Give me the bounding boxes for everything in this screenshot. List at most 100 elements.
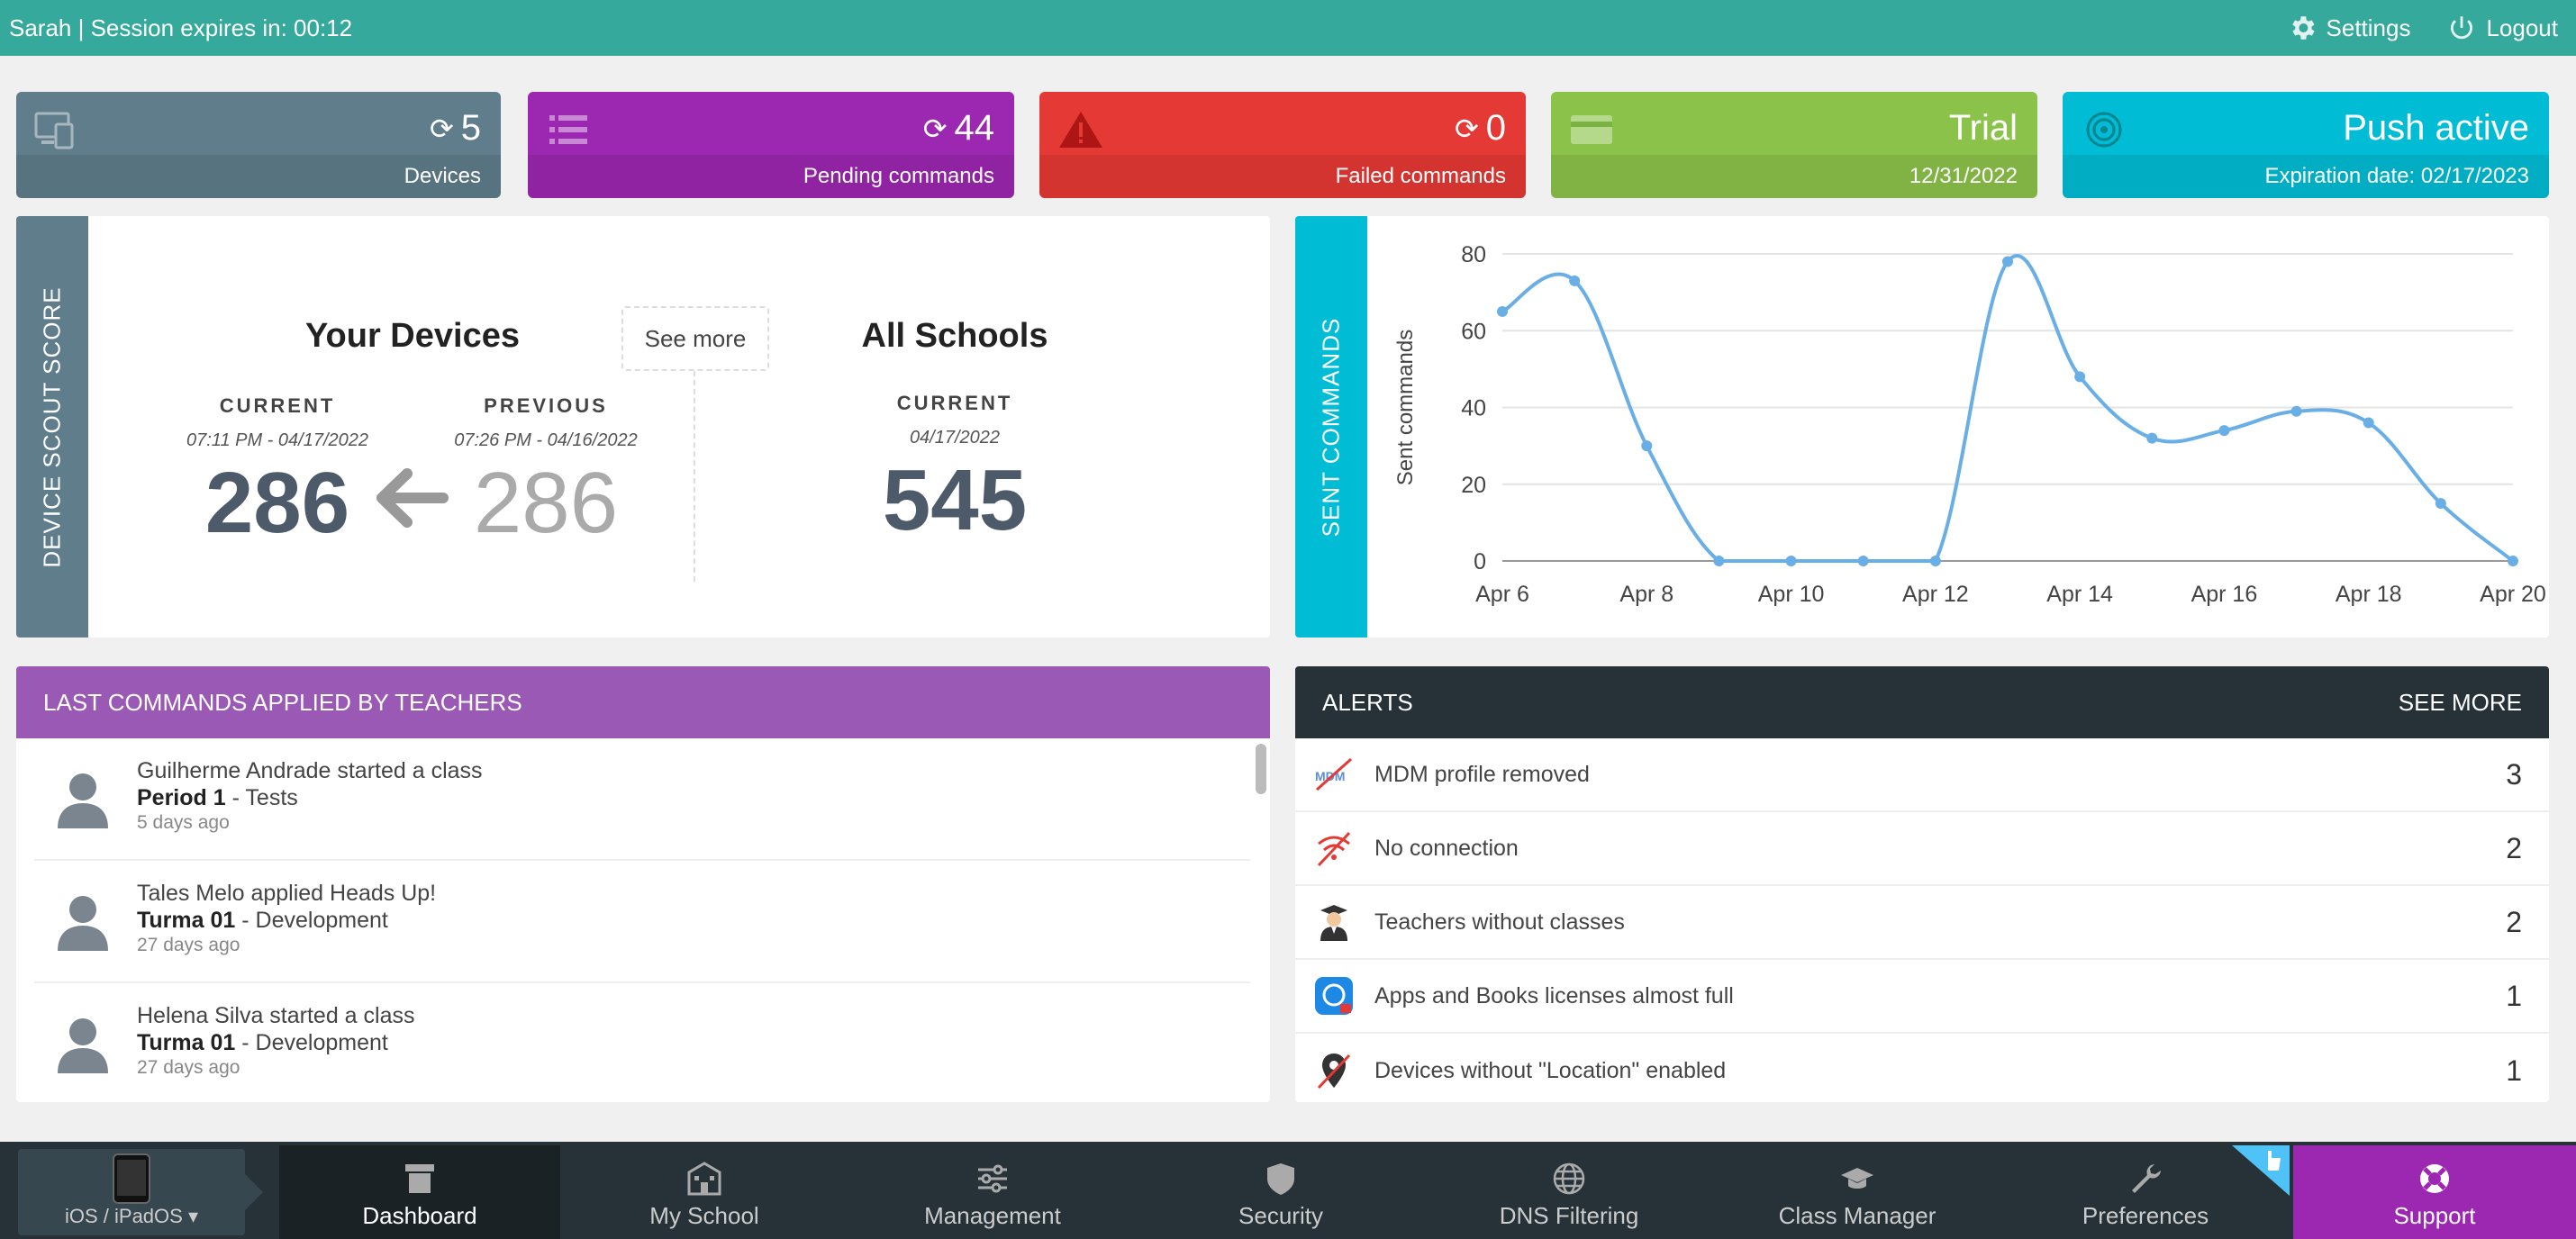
bottom-navigation: iOS / iPadOS ▾ Dashboard My School Manag… [0,1142,2576,1239]
refresh-icon: ⟳ [922,112,948,145]
license-card[interactable]: Trial 12/31/2022 [1551,92,2037,198]
list-item[interactable]: Tales Melo applied Heads Up! Turma 01 - … [34,861,1250,983]
shield-icon [1267,1163,1294,1195]
command-time: 27 days ago [137,1057,240,1078]
previous-date: 07:26 PM - 04/16/2022 [454,430,638,450]
sent-commands-panel: SENT COMMANDS 0 20 40 60 80 Apr 6 Apr 8 Apr 10 A… [1295,216,2549,638]
devices-label: Devices [16,155,501,198]
nav-class-manager[interactable]: Class Manager [1713,1145,2001,1239]
nav-security[interactable]: Security [1137,1145,1425,1239]
command-time: 27 days ago [137,935,240,955]
nav-management[interactable]: Management [848,1145,1137,1239]
your-devices-title: Your Devices [305,317,520,355]
current-date: 07:11 PM - 04/17/2022 [186,430,368,450]
y-tick-label: 20 [1461,473,1486,498]
session-info: Sarah | Session expires in: 00:12 [9,14,353,41]
push-card[interactable]: Push active Expiration date: 02/17/2023 [2063,92,2549,198]
no-wifi-icon [1317,831,1351,867]
list-item[interactable]: Helena Silva started a class Turma 01 - … [34,983,1250,1102]
data-point [2218,425,2230,437]
x-tick-label: Apr 14 [2046,582,2113,607]
data-point [2508,556,2518,566]
data-point [2146,432,2158,444]
alert-count: 1 [2506,1054,2522,1087]
alerts-title: ALERTS [1322,688,1413,716]
school-icon [687,1162,721,1196]
alert-text: Devices without "Location" enabled [1374,1057,1727,1083]
gear-icon [2291,16,2315,40]
license-date: 12/31/2022 [1551,155,2037,198]
command-class: Turma 01 [137,1030,236,1055]
refresh-icon: ⟳ [1454,112,1479,145]
alert-row[interactable]: Teachers without classes 2 [1295,886,2549,960]
push-status: Push active [2343,108,2529,148]
logout-label: Logout [2486,14,2558,41]
command-action: Helena Silva started a class [137,1003,415,1028]
command-detail: - Development [235,908,388,933]
x-tick-label: Apr 16 [2191,582,2258,607]
warning-icon [1059,112,1102,148]
settings-label: Settings [2326,14,2411,41]
alert-row[interactable]: MDM MDM profile removed 3 [1295,738,2549,812]
broadcast-icon [2086,112,2122,148]
list-item[interactable]: Guilherme Andrade started a class Period… [34,738,1250,861]
command-detail: - Tests [225,785,298,810]
current-caption: CURRENT [219,394,336,417]
mdm-removed-icon: MDM [1315,757,1353,791]
platform-selector[interactable]: iOS / iPadOS ▾ [18,1149,263,1235]
current-score: CURRENT 07:11 PM - 04/17/2022 286 [160,394,395,547]
data-point [2435,498,2446,510]
command-class: Period 1 [137,785,226,810]
last-commands-header: LAST COMMANDS APPLIED BY TEACHERS [16,666,1270,738]
data-point [2002,256,2013,267]
thumbs-up-corner-icon[interactable] [2232,1145,2290,1196]
data-point [1857,556,1869,566]
devices-icon [34,112,74,149]
last-commands-panel: LAST COMMANDS APPLIED BY TEACHERS Guilhe… [16,666,1270,1102]
failed-commands-card[interactable]: ⟳ 0 Failed commands [1039,92,1526,198]
alert-row[interactable]: Devices without "Location" enabled 1 [1295,1034,2549,1102]
data-point [2363,417,2374,429]
all-schools-score: All Schools CURRENT 04/17/2022 545 [820,317,1090,544]
top-bar: Sarah | Session expires in: 00:12 Settin… [0,0,2576,56]
alert-text: Apps and Books licenses almost full [1374,982,1734,1008]
current-score-value: 286 [204,455,350,551]
x-tick-label: Apr 18 [2336,582,2402,607]
y-tick-label: 60 [1461,319,1486,344]
scrollbar[interactable] [1256,744,1266,794]
nav-support[interactable]: Support [2293,1145,2576,1239]
see-more-button[interactable]: See more [621,306,769,371]
data-point [1497,305,1508,317]
devices-card[interactable]: ⟳ 5 Devices [16,92,501,198]
failed-commands-label: Failed commands [1039,155,1526,198]
commands-list: Guilherme Andrade started a class Period… [16,738,1270,1102]
x-tick-label: Apr 10 [1758,582,1825,607]
alerts-see-more-link[interactable]: SEE MORE [2399,689,2522,717]
logout-link[interactable]: Logout [2446,13,2558,43]
sent-commands-chart: 0 20 40 60 80 Apr 6 Apr 8 Apr 10 Apr 12 Apr 14 Apr… [1393,242,2546,607]
divider [694,371,695,582]
pending-commands-card[interactable]: ⟳ 44 Pending commands [528,92,1014,198]
previous-caption: PREVIOUS [484,394,608,417]
command-detail: - Development [235,1030,388,1055]
y-axis-label: Sent commands [1393,330,1418,485]
nav-my-school[interactable]: My School [560,1145,848,1239]
settings-link[interactable]: Settings [2287,13,2411,43]
command-action: Tales Melo applied Heads Up! [137,881,437,906]
alert-row[interactable]: Apps and Books licenses almost full 1 [1295,960,2549,1034]
alerts-panel: ALERTS SEE MORE MDM MDM profile removed … [1295,666,2549,1102]
nav-dashboard[interactable]: Dashboard [279,1145,560,1239]
globe-icon [1553,1162,1585,1195]
lifebuoy-icon [2420,1164,2449,1193]
pending-commands-count: 44 [954,108,995,148]
nav-dns-filtering[interactable]: DNS Filtering [1425,1145,1713,1239]
wrench-icon [2132,1164,2161,1193]
data-point [1929,556,1941,566]
sent-commands-tab: SENT COMMANDS [1295,216,1367,638]
refresh-icon: ⟳ [429,112,454,145]
data-point [2290,405,2302,417]
x-tick-label: Apr 6 [1475,582,1529,607]
alert-row[interactable]: No connection 2 [1295,812,2549,886]
list-icon [549,115,587,144]
failed-commands-count: 0 [1485,108,1506,148]
